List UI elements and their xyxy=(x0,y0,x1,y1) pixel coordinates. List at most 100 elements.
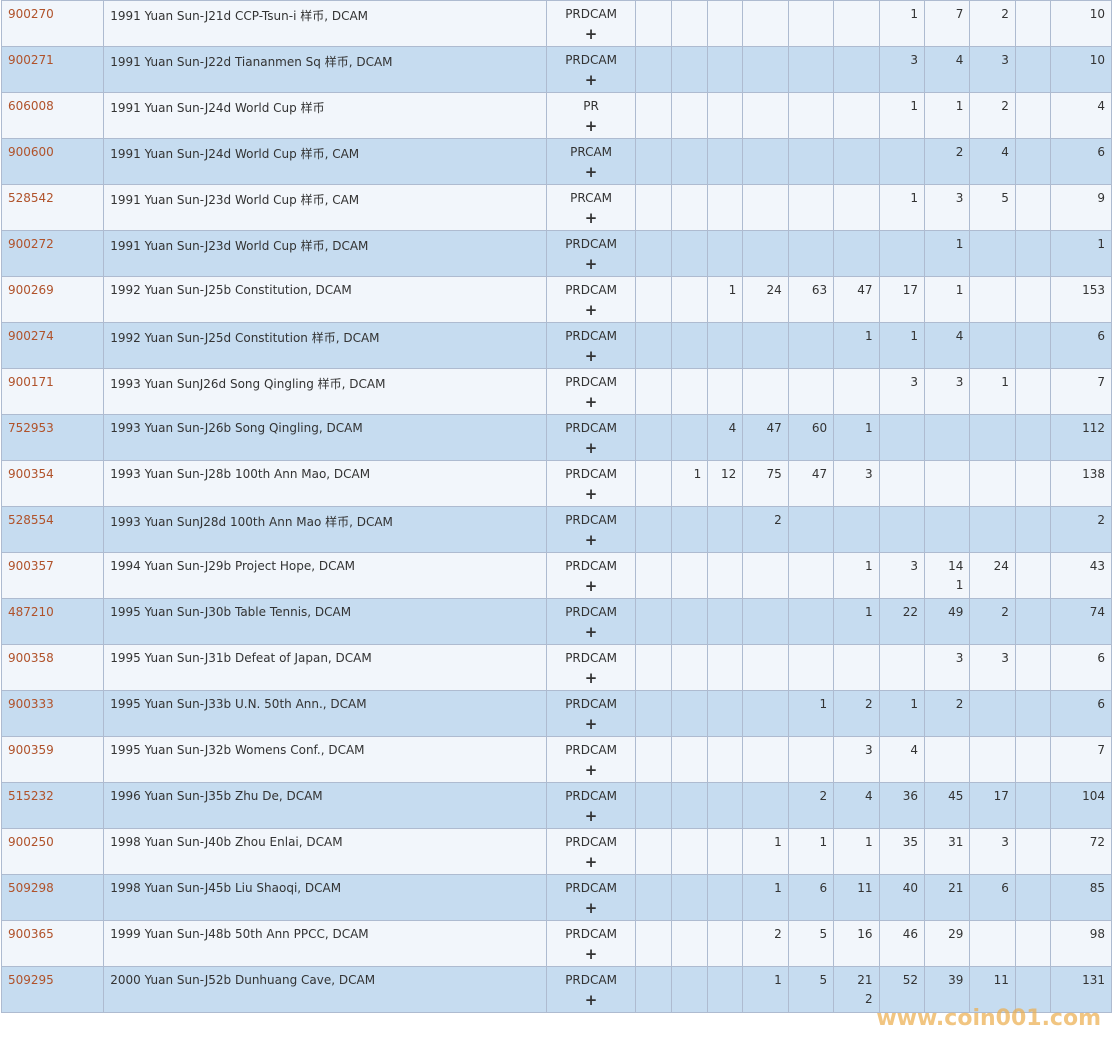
count-value: 104 xyxy=(1082,789,1105,803)
coin-code-link[interactable]: 900359 xyxy=(8,743,54,757)
grade-type-cell: PRDCAM + xyxy=(546,874,636,921)
coin-code-link[interactable]: 900171 xyxy=(8,375,54,389)
expand-plus-icon[interactable]: + xyxy=(549,73,633,88)
expand-plus-icon[interactable]: + xyxy=(549,671,633,686)
coin-code-cell: 900171 xyxy=(0,368,105,415)
grade-count: 24 xyxy=(969,552,1016,599)
expand-plus-icon[interactable]: + xyxy=(549,717,633,732)
coin-description: 1995 Yuan Sun-J30b Table Tennis, DCAM xyxy=(103,598,548,645)
expand-plus-icon[interactable]: + xyxy=(549,855,633,870)
grade-count xyxy=(923,736,971,783)
coin-code-link[interactable]: 900357 xyxy=(8,559,54,573)
coin-code-link[interactable]: 900333 xyxy=(8,697,54,711)
grade-count xyxy=(634,690,673,737)
expand-plus-icon[interactable]: + xyxy=(549,809,633,824)
expand-plus-icon[interactable]: + xyxy=(549,579,633,594)
coin-code-link[interactable]: 900271 xyxy=(8,53,54,67)
count-value: 10 xyxy=(1089,7,1105,21)
grade-count xyxy=(671,368,709,415)
grade-count xyxy=(707,782,744,829)
grade-count: 17 xyxy=(969,782,1016,829)
grade-count xyxy=(671,230,709,277)
grade-count: 35 xyxy=(878,828,926,875)
expand-plus-icon[interactable]: + xyxy=(549,763,633,778)
total-count: 6 xyxy=(1049,322,1113,369)
coin-code-link[interactable]: 900365 xyxy=(8,927,54,941)
grade-count xyxy=(833,92,880,139)
grade-count: 1 xyxy=(923,276,971,323)
grade-count: 1 xyxy=(878,92,926,139)
expand-plus-icon[interactable]: + xyxy=(549,119,633,134)
coin-code-link[interactable]: 900272 xyxy=(8,237,54,251)
expand-plus-icon[interactable]: + xyxy=(549,303,633,318)
expand-plus-icon[interactable]: + xyxy=(549,441,633,456)
expand-plus-icon[interactable]: + xyxy=(549,349,633,364)
coin-code-link[interactable]: 900269 xyxy=(8,283,54,297)
coin-code-link[interactable]: 515232 xyxy=(8,789,54,803)
coin-code-link[interactable]: 900354 xyxy=(8,467,54,481)
count-value: 4 xyxy=(1001,145,1009,159)
grade-count xyxy=(787,322,835,369)
grade-count: 3 xyxy=(969,644,1016,691)
count-value: 3 xyxy=(910,559,918,573)
grade-type-label: PRCAM xyxy=(570,191,613,205)
coin-code-link[interactable]: 752953 xyxy=(8,421,54,435)
count-value: 1 xyxy=(693,467,702,481)
count-value: 1 xyxy=(774,973,782,987)
coin-code-link[interactable]: 900270 xyxy=(8,7,54,21)
total-count: 153 xyxy=(1049,276,1113,323)
count-value: 35 xyxy=(902,835,918,849)
coin-code-link[interactable]: 509295 xyxy=(8,973,54,987)
grade-count xyxy=(787,230,835,277)
expand-plus-icon[interactable]: + xyxy=(549,27,633,42)
coin-description: 1993 Yuan Sun-J28b 100th Ann Mao, DCAM xyxy=(103,460,548,507)
grade-type-label: PRDCAM xyxy=(565,651,617,665)
grade-count xyxy=(969,460,1016,507)
count-value: 3 xyxy=(864,467,873,481)
expand-plus-icon[interactable]: + xyxy=(549,901,633,916)
coin-code-link[interactable]: 900250 xyxy=(8,835,54,849)
count-value: 6 xyxy=(1097,651,1105,665)
count-value: 1 xyxy=(955,283,964,297)
count-value: 2 xyxy=(955,145,964,159)
grade-count xyxy=(1014,920,1051,967)
grade-type-cell: PRDCAM + xyxy=(546,920,636,967)
count-value: 3 xyxy=(955,191,964,205)
coin-code-link[interactable]: 900600 xyxy=(8,145,54,159)
expand-plus-icon[interactable]: + xyxy=(549,487,633,502)
coin-code-cell: 900250 xyxy=(0,828,105,875)
count-value: 12 xyxy=(721,467,737,481)
coin-code-link[interactable]: 900274 xyxy=(8,329,54,343)
coin-description: 1999 Yuan Sun-J48b 50th Ann PPCC, DCAM xyxy=(103,920,548,967)
grade-count xyxy=(634,736,673,783)
grade-count xyxy=(969,414,1016,461)
grade-count xyxy=(742,46,789,93)
table-row: 900365 1999 Yuan Sun-J48b 50th Ann PPCC, … xyxy=(0,920,1113,967)
count-value: 11 xyxy=(857,881,873,895)
grade-count: 1 xyxy=(878,322,926,369)
expand-plus-icon[interactable]: + xyxy=(549,165,633,180)
count-value: 3 xyxy=(1001,53,1009,67)
count-value: 17 xyxy=(902,283,918,297)
coin-code-link[interactable]: 900358 xyxy=(8,651,54,665)
expand-plus-icon[interactable]: + xyxy=(549,625,633,640)
coin-code-cell: 900271 xyxy=(0,46,105,93)
coin-code-cell: 515232 xyxy=(0,782,105,829)
expand-plus-icon[interactable]: + xyxy=(549,257,633,272)
table-row: 900274 1992 Yuan Sun-J25d Constitution 样币… xyxy=(0,322,1113,369)
total-count: 7 xyxy=(1049,368,1113,415)
coin-code-link[interactable]: 606008 xyxy=(8,99,54,113)
expand-plus-icon[interactable]: + xyxy=(549,395,633,410)
coin-code-link[interactable]: 528542 xyxy=(8,191,54,205)
count-value: 75 xyxy=(766,467,782,481)
coin-code-link[interactable]: 509298 xyxy=(8,881,54,895)
expand-plus-icon[interactable]: + xyxy=(549,211,633,226)
coin-code-link[interactable]: 487210 xyxy=(8,605,54,619)
coin-code-link[interactable]: 528554 xyxy=(8,513,54,527)
expand-plus-icon[interactable]: + xyxy=(549,993,633,1008)
count-value: 4 xyxy=(1097,99,1105,113)
expand-plus-icon[interactable]: + xyxy=(549,533,633,548)
grade-count: 22 xyxy=(878,598,926,645)
count-value: 2 xyxy=(774,513,782,527)
expand-plus-icon[interactable]: + xyxy=(549,947,633,962)
